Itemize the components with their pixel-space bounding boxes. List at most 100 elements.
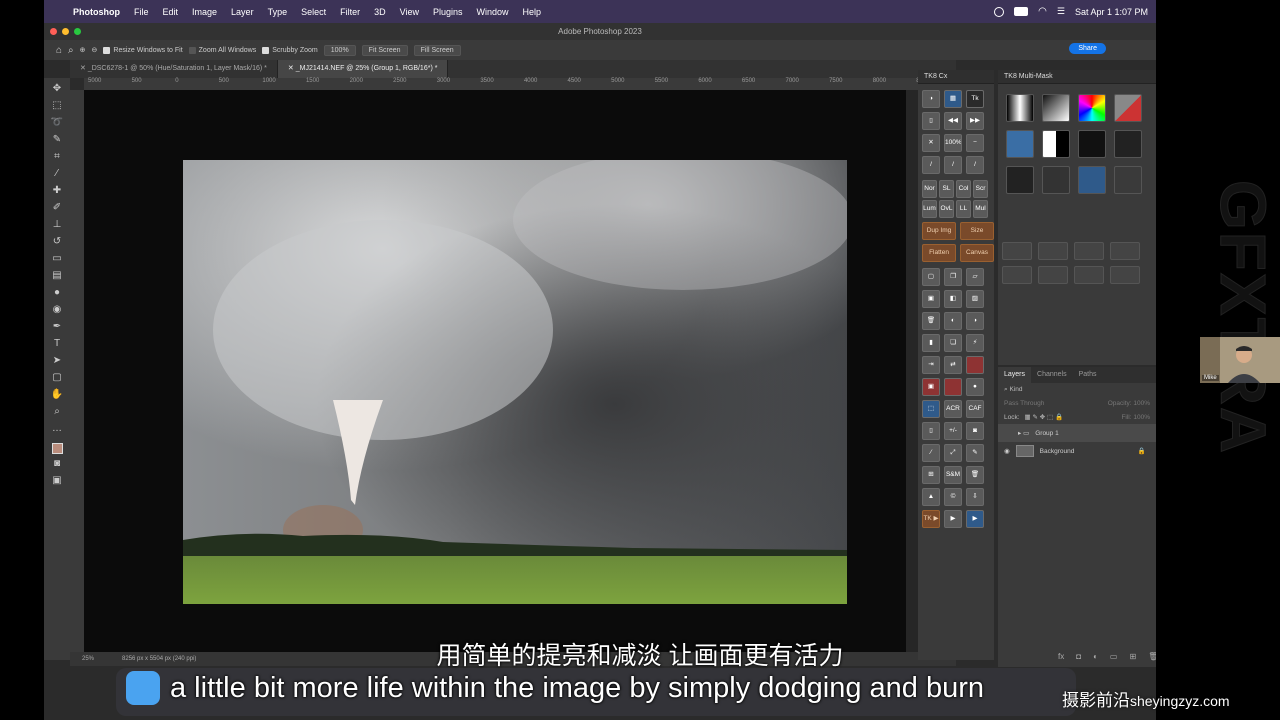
tornado-photo[interactable] <box>183 160 847 604</box>
brush-tool-icon[interactable]: ✐ <box>50 201 64 215</box>
cx-trash-icon[interactable]: 🗑 <box>922 312 940 330</box>
battery-icon[interactable] <box>1014 7 1029 16</box>
gradient-tool-icon[interactable]: ▤ <box>50 269 64 283</box>
mm-brightness-icon[interactable] <box>1074 242 1104 260</box>
lock-icons[interactable]: ▦ ✎ ✥ ⬚ 🔒 <box>1025 413 1064 421</box>
cx-triangle-icon[interactable]: ▲ <box>922 488 940 506</box>
pen-tool-icon[interactable]: ✒ <box>50 320 64 334</box>
screen-mode-icon[interactable]: ▣ <box>50 474 64 488</box>
cx-fg-swatch-icon[interactable] <box>944 378 962 396</box>
cx-brush-green-icon[interactable]: / <box>966 156 984 174</box>
eye-icon[interactable]: ◉ <box>1004 447 1010 455</box>
cx-blend-luminosity[interactable]: Lum <box>922 200 937 218</box>
wifi-icon[interactable]: ◠ <box>1038 6 1047 17</box>
cx-layer-transform-icon[interactable]: ▱ <box>966 268 984 286</box>
more-tools-icon[interactable]: … <box>50 422 64 436</box>
move-tool-icon[interactable]: ✥ <box>50 82 64 96</box>
mm-gradient-icon[interactable] <box>1006 94 1034 122</box>
mm-list-icon[interactable] <box>1078 166 1106 194</box>
cx-user-play-icon[interactable]: ▶ <box>966 510 984 528</box>
mm-tk-logo-icon[interactable] <box>1114 166 1142 194</box>
menu-edit[interactable]: Edit <box>156 7 186 17</box>
screen-record-icon[interactable] <box>994 6 1005 17</box>
cx-blend-normal[interactable]: Nor <box>922 180 937 198</box>
shape-tool-icon[interactable]: ▢ <box>50 371 64 385</box>
tab-mj21414[interactable]: ✕ _MJ21414.NEF @ 25% (Group 1, RGB/16*) … <box>277 60 449 78</box>
healing-brush-tool-icon[interactable]: ✚ <box>50 184 64 198</box>
resize-windows-checkbox[interactable]: Resize Windows to Fit <box>103 46 183 54</box>
scrubby-zoom-checkbox[interactable]: Scrubby Zoom <box>262 46 318 54</box>
cx-fill-icon[interactable]: ▨ <box>966 290 984 308</box>
cx-brush-icon[interactable]: / <box>922 156 940 174</box>
cx-forward-icon[interactable]: ▶▶ <box>966 112 984 130</box>
mm-camera-icon[interactable] <box>1006 166 1034 194</box>
cx-zoom-100[interactable]: 100% <box>944 134 962 152</box>
eyedropper-tool-icon[interactable]: ⁄ <box>50 167 64 181</box>
menu-select[interactable]: Select <box>294 7 333 17</box>
mm-person-icon[interactable] <box>1006 130 1034 158</box>
marquee-tool-icon[interactable]: ⬚ <box>50 99 64 113</box>
cx-clip-icon[interactable]: ❏ <box>944 334 962 352</box>
cx-merge-icon[interactable]: ▣ <box>922 290 940 308</box>
mm-levels-icon[interactable] <box>1038 242 1068 260</box>
cx-fit-icon[interactable]: ✕ <box>922 134 940 152</box>
mm-red-mask-icon[interactable] <box>1114 94 1142 122</box>
filter-kind-dropdown[interactable]: ⌕ Kind <box>1004 386 1022 394</box>
cx-blend-ll[interactable]: LL <box>956 200 971 218</box>
mm-envelope-icon[interactable] <box>1002 266 1032 284</box>
cx-color-icon[interactable]: ▦ <box>944 90 962 108</box>
zoom-window-button[interactable] <box>74 28 81 35</box>
cx-brush-stroke-icon[interactable]: ✎ <box>966 444 984 462</box>
path-select-tool-icon[interactable]: ➤ <box>50 354 64 368</box>
mm-gradient-adjust-icon[interactable] <box>1110 266 1140 284</box>
tab-dsc6278[interactable]: ✕ _DSC6278-1 @ 50% (Hue/Saturation 1, La… <box>70 60 278 78</box>
dodge-tool-icon[interactable]: ◉ <box>50 303 64 317</box>
minimize-window-button[interactable] <box>62 28 69 35</box>
mm-camera-adjust-icon[interactable] <box>1074 266 1104 284</box>
tab-layers[interactable]: Layers <box>998 367 1032 383</box>
cx-tk-play-button[interactable]: TK ▶ <box>922 510 940 528</box>
menu-type[interactable]: Type <box>261 7 295 17</box>
cx-red-icon[interactable] <box>966 356 984 374</box>
cx-play-icon[interactable]: ▶ <box>944 510 962 528</box>
cx-blend-sl[interactable]: SL <box>939 180 954 198</box>
menu-image[interactable]: Image <box>185 7 224 17</box>
cx-dup-img-button[interactable]: Dup Img <box>922 222 956 240</box>
cx-copyright-icon[interactable]: © <box>944 488 962 506</box>
mm-flower-icon[interactable] <box>1078 130 1106 158</box>
cx-blend-screen[interactable]: Scr <box>973 180 988 198</box>
cx-rewind-icon[interactable]: ◀◀ <box>944 112 962 130</box>
cx-plus-square-icon[interactable]: ⊞ <box>922 466 940 484</box>
menu-3d[interactable]: 3D <box>367 7 393 17</box>
cx-caf-button[interactable]: CAF <box>966 400 984 418</box>
menu-plugins[interactable]: Plugins <box>426 7 470 17</box>
mm-squares-icon[interactable] <box>1114 130 1142 158</box>
cx-blend-color[interactable]: Col <box>956 180 971 198</box>
menu-view[interactable]: View <box>393 7 426 17</box>
menu-help[interactable]: Help <box>516 7 549 17</box>
quick-mask-icon[interactable]: ◙ <box>50 457 64 471</box>
mm-sparkle-icon[interactable] <box>1042 166 1070 194</box>
cx-canvas-button[interactable]: Canvas <box>960 244 994 262</box>
cx-brush-white-icon[interactable]: / <box>944 156 962 174</box>
cx-minus-icon[interactable]: − <box>966 134 984 152</box>
close-window-button[interactable] <box>50 28 57 35</box>
quick-select-tool-icon[interactable]: ✎ <box>50 133 64 147</box>
stamp-tool-icon[interactable]: ⊥ <box>50 218 64 232</box>
mm-half-icon[interactable] <box>1042 130 1070 158</box>
cx-eyedrop-icon[interactable]: ⁄ <box>922 444 940 462</box>
cx-download-icon[interactable]: ⇩ <box>966 488 984 506</box>
menu-app[interactable]: Photoshop <box>66 7 127 17</box>
menu-window[interactable]: Window <box>470 7 516 17</box>
cx-blend-overlay[interactable]: OvL <box>939 200 954 218</box>
cx-stamp-icon[interactable]: ◧ <box>944 290 962 308</box>
zoom-out-icon[interactable]: ⊖ <box>92 46 98 54</box>
menubar-clock[interactable]: Sat Apr 1 1:07 PM <box>1075 7 1148 17</box>
cx-plus-minus-button[interactable]: +/- <box>944 422 962 440</box>
cx-layer-copy-icon[interactable]: ❐ <box>944 268 962 286</box>
lasso-tool-icon[interactable]: ➰ <box>50 116 64 130</box>
cx-sm-button[interactable]: S&M <box>944 466 962 484</box>
fill-field[interactable]: Fill: 100% <box>1121 414 1150 421</box>
opacity-field[interactable]: Opacity: 100% <box>1108 400 1150 407</box>
blur-tool-icon[interactable]: ● <box>50 286 64 300</box>
